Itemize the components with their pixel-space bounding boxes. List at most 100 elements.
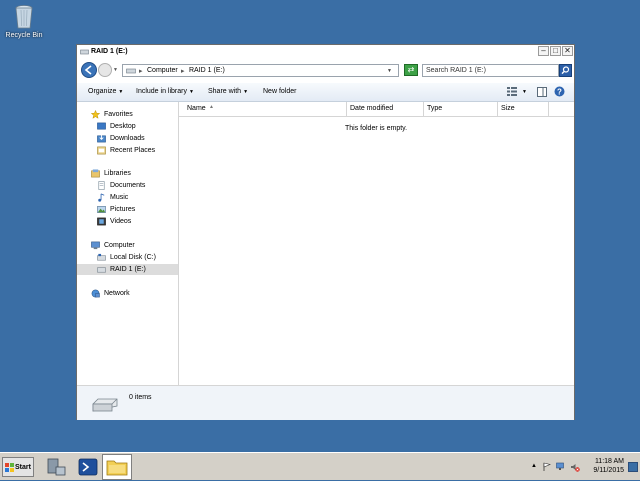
recycle-bin-desktop-icon[interactable]: Recycle Bin <box>4 4 44 48</box>
column-divider[interactable] <box>346 102 347 116</box>
maximize-button[interactable]: □ <box>550 46 561 56</box>
search-icon[interactable] <box>559 64 572 77</box>
breadcrumb-computer[interactable]: Computer <box>147 67 178 74</box>
powershell-icon[interactable] <box>76 455 100 479</box>
pictures-icon <box>97 206 106 213</box>
nav-item-videos[interactable]: Videos <box>77 216 178 227</box>
music-icon <box>98 193 105 202</box>
nav-item-local-disk[interactable]: Local Disk (C:) <box>77 252 178 263</box>
empty-folder-message: This folder is empty. <box>345 125 408 132</box>
back-button[interactable] <box>81 62 97 78</box>
nav-item-desktop[interactable]: Desktop <box>77 121 178 132</box>
nav-item-label: RAID 1 (E:) <box>110 266 146 273</box>
nav-item-label: Documents <box>110 182 146 189</box>
nav-item-label: Videos <box>110 218 132 225</box>
nav-item-music[interactable]: Music <box>77 192 178 203</box>
nav-item-label: Recent Places <box>110 147 156 154</box>
column-divider[interactable] <box>497 102 498 116</box>
nav-favorites[interactable]: Favorites <box>77 109 178 120</box>
navigation-pane: Favorites Desktop Downloads Recent Place… <box>77 102 179 385</box>
clock-time: 11:18 AM <box>594 458 624 465</box>
column-divider[interactable] <box>423 102 424 116</box>
breadcrumb-raid[interactable]: RAID 1 (E:) <box>189 67 225 74</box>
refresh-button[interactable]: ⇄ <box>404 64 418 76</box>
nav-item-downloads[interactable]: Downloads <box>77 133 178 144</box>
new-folder-button[interactable]: New folder <box>263 88 296 95</box>
search-input[interactable]: Search RAID 1 (E:) <box>422 64 559 77</box>
nav-computer-label: Computer <box>104 242 135 249</box>
back-arrow-icon <box>84 65 92 75</box>
drive-icon <box>80 49 89 55</box>
nav-favorites-label: Favorites <box>104 111 133 118</box>
folder-icon <box>106 460 128 476</box>
share-with-menu[interactable]: Share with ▼ <box>208 88 248 95</box>
nav-computer[interactable]: Computer <box>77 240 178 251</box>
show-desktop-button[interactable] <box>628 462 638 472</box>
system-tray: ▲ 11:18 AM 9/11/2015 <box>528 453 640 481</box>
volume-muted-icon[interactable] <box>570 462 580 472</box>
network-tray-icon[interactable] <box>556 462 566 472</box>
history-dropdown-icon[interactable]: ▼ <box>113 67 118 73</box>
libraries-icon <box>91 169 100 178</box>
preview-pane-icon[interactable] <box>537 87 547 97</box>
title-bar[interactable]: RAID 1 (E:) – □ ✕ <box>77 45 574 59</box>
recycle-bin-icon <box>15 5 33 29</box>
clock[interactable]: 11:18 AM 9/11/2015 <box>590 457 624 475</box>
drive-icon <box>97 267 106 273</box>
videos-icon <box>97 217 106 226</box>
chevron-down-icon: ▼ <box>243 89 249 95</box>
column-date-modified[interactable]: Date modified <box>350 105 393 112</box>
recent-places-icon <box>97 146 106 155</box>
organize-label: Organize <box>88 88 117 95</box>
explorer-window: RAID 1 (E:) – □ ✕ ▼ ▸ Computer ▸ RAID 1 … <box>76 44 575 420</box>
view-dropdown-icon[interactable]: ▼ <box>522 89 527 95</box>
nav-item-recent-places[interactable]: Recent Places <box>77 145 178 156</box>
share-with-label: Share with <box>208 88 242 95</box>
sort-arrow-icon: ▲ <box>209 104 214 110</box>
view-options-icon[interactable] <box>507 87 517 96</box>
minimize-button[interactable]: – <box>538 46 549 56</box>
item-count: 0 items <box>129 394 152 401</box>
nav-item-label: Music <box>110 194 129 201</box>
explorer-taskbar-button[interactable] <box>102 454 132 480</box>
close-button[interactable]: ✕ <box>562 46 573 56</box>
nav-item-label: Pictures <box>110 206 136 213</box>
column-name[interactable]: Name <box>187 105 206 112</box>
drive-large-icon <box>92 398 118 412</box>
include-in-library-menu[interactable]: Include in library ▼ <box>136 88 194 95</box>
computer-icon <box>91 241 100 250</box>
column-type[interactable]: Type <box>427 105 442 112</box>
address-bar[interactable]: ▸ Computer ▸ RAID 1 (E:) ▼ <box>122 64 399 77</box>
local-disk-icon <box>97 253 106 261</box>
chevron-down-icon: ▼ <box>188 89 194 95</box>
downloads-icon <box>97 134 106 143</box>
help-icon[interactable]: ? <box>554 86 565 97</box>
desktop-icon <box>97 122 106 130</box>
nav-item-label: Desktop <box>110 123 136 130</box>
search-placeholder: Search RAID 1 (E:) <box>426 67 486 74</box>
nav-item-pictures[interactable]: Pictures <box>77 204 178 215</box>
command-bar: Organize ▼ Include in library ▼ Share with… <box>77 83 574 102</box>
action-center-flag-icon[interactable] <box>542 462 552 472</box>
start-button[interactable]: Start <box>2 457 34 477</box>
forward-button[interactable] <box>98 63 112 77</box>
taskbar: Start ▲ 11:18 AM 9/11/2015 <box>0 452 640 480</box>
breadcrumb-separator: ▸ <box>139 68 143 75</box>
start-label: Start <box>15 464 31 471</box>
organize-menu[interactable]: Organize ▼ <box>88 88 123 95</box>
nav-item-label: Downloads <box>110 135 145 142</box>
window-title: RAID 1 (E:) <box>91 48 128 55</box>
nav-item-raid[interactable]: RAID 1 (E:) <box>77 264 178 275</box>
nav-network-label: Network <box>104 290 130 297</box>
address-dropdown-icon[interactable]: ▼ <box>387 68 392 74</box>
clock-date: 9/11/2015 <box>593 467 624 474</box>
file-list-pane[interactable]: Name ▲ Date modified Type Size This fold… <box>179 102 574 385</box>
nav-libraries[interactable]: Libraries <box>77 168 178 179</box>
nav-item-documents[interactable]: Documents <box>77 180 178 191</box>
details-pane: 0 items <box>77 385 574 420</box>
show-hidden-icons[interactable]: ▲ <box>531 463 537 469</box>
server-manager-icon[interactable] <box>44 455 68 479</box>
column-size[interactable]: Size <box>501 105 515 112</box>
column-divider[interactable] <box>548 102 549 116</box>
nav-network[interactable]: Network <box>77 288 178 299</box>
